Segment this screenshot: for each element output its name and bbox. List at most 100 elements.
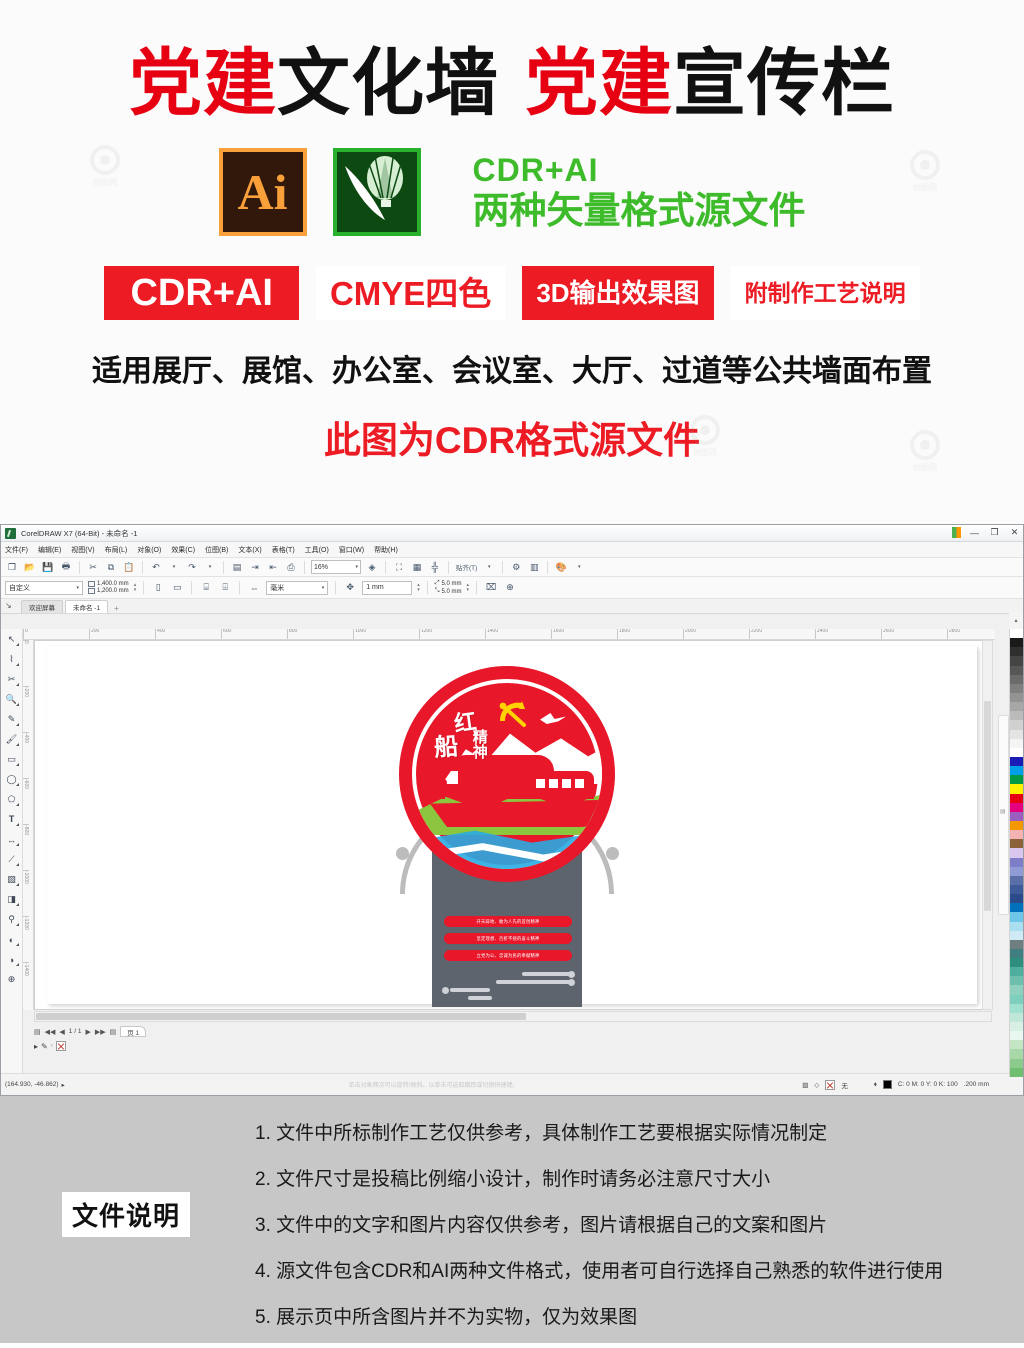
no-color-icon[interactable] [55,1041,66,1051]
add-page-icon[interactable]: ⊕ [503,581,517,595]
menu-file[interactable]: 文件(F) [5,545,28,555]
page-preset-combo[interactable]: 自定义 ▾ [5,580,83,595]
page-size-spinner[interactable]: ▴ ▾ [134,582,137,593]
menu-bitmaps[interactable]: 位图(B) [205,545,228,555]
color-palette[interactable] [1009,629,1023,1077]
palette-swatch[interactable] [1010,958,1023,968]
add-page-button[interactable]: ▤ [110,1028,117,1036]
palette-swatch[interactable] [1010,793,1023,803]
save-icon[interactable]: 💾 [41,560,55,574]
new-document-icon[interactable]: ❐ [5,560,19,574]
palette-swatch[interactable] [1010,857,1023,867]
undo-icon[interactable]: ↶ [149,560,163,574]
document-palette-icon[interactable]: 🎨 [554,560,568,574]
drop-shadow-tool[interactable]: ▧ [3,872,20,887]
zoom-tool[interactable]: 🔍 [3,692,20,707]
palette-swatch[interactable] [1010,629,1023,639]
edit-preferences-icon[interactable]: ⌧ [484,581,498,595]
previous-page-button[interactable]: ◀ [59,1028,64,1036]
restore-button[interactable]: ❐ [988,526,1001,539]
snap-to-button[interactable]: 贴齐(T) [455,560,478,574]
doctab-untitled-1[interactable]: 未命名 -1 [65,600,109,613]
fill-bucket-icon[interactable]: ◇ [814,1081,819,1089]
fill-type-icon[interactable]: ⬧ [874,1081,877,1089]
palette-swatch[interactable] [1010,638,1023,648]
print-icon[interactable]: 🖶 [59,560,73,574]
new-document-tab-button[interactable]: + [110,604,123,613]
palette-swatch[interactable] [1010,1003,1023,1013]
palette-swatch[interactable] [1010,894,1023,904]
page-sheet[interactable]: 红 船 精神 开天辟地、敢为人先的首创精神 坚定理想、百折不挠的奋斗精神 立党为… [47,646,977,1007]
palette-swatch[interactable] [1010,720,1023,730]
vertical-ruler[interactable]: 0 -200 -400 -600 -800 -1000 -1200 -1400 [23,640,34,1010]
palette-swatch[interactable] [1010,1031,1023,1041]
shape-tool[interactable]: ⌇ [3,652,20,667]
freehand-tool[interactable]: ✎ [3,712,20,727]
nudge-distance-field[interactable]: 1 mm [362,580,413,595]
artistic-media-tool[interactable]: 🖌 [3,732,20,747]
palette-swatch[interactable] [1010,912,1023,922]
menu-view[interactable]: 视图(V) [71,545,94,555]
palette-swatch[interactable] [1010,1012,1023,1023]
palette-swatch[interactable] [1010,811,1023,821]
palette-swatch[interactable] [1010,683,1023,693]
redo-icon[interactable]: ↷ [185,560,199,574]
duplicate-spinner[interactable]: ▴ ▾ [467,582,470,593]
landscape-orientation-icon[interactable]: ▭ [170,581,184,595]
current-page-icon[interactable]: ⌹ [218,581,232,595]
fill-color-swatch[interactable] [882,1080,892,1089]
application-launcher-icon[interactable]: ◈ [365,560,379,574]
all-pages-icon[interactable]: ⌸ [199,581,213,595]
zoom-level-combo[interactable]: 16% ▾ [311,560,361,574]
palette-swatch[interactable] [1010,1022,1023,1032]
palette-swatch[interactable] [1010,674,1023,684]
no-outline-icon[interactable] [825,1079,836,1090]
next-page-button[interactable]: ▶ [85,1028,90,1036]
doctab-welcome-screen[interactable]: 欢迎屏幕 [21,600,63,613]
palette-swatch[interactable] [1010,1049,1023,1059]
palette-swatch[interactable] [1010,839,1023,849]
options-icon[interactable]: ⚙ [509,560,523,574]
menu-text[interactable]: 文本(X) [238,545,261,555]
menu-layout[interactable]: 布局(L) [105,545,128,555]
menu-tools[interactable]: 工具(O) [305,545,329,555]
rectangle-tool[interactable]: ▭ [3,752,20,767]
palette-swatch[interactable] [1010,848,1023,858]
close-button[interactable]: ✕ [1008,526,1021,539]
minimize-button[interactable]: — [968,526,981,539]
palette-swatch[interactable] [1010,802,1023,812]
transparency-tool[interactable]: ◨ [3,892,20,907]
cut-icon[interactable]: ✂ [86,560,100,574]
drawing-canvas[interactable]: 红 船 精神 开天辟地、敢为人先的首创精神 坚定理想、百折不挠的奋斗精神 立党为… [34,640,992,1010]
nudge-spinner[interactable]: ▴ ▾ [417,582,420,593]
tab-overflow-icon[interactable]: ↘ [5,601,17,613]
first-page-button[interactable]: ◀◀ [45,1028,56,1036]
export-icon[interactable]: ⇤ [266,560,280,574]
open-document-icon[interactable]: 📂 [23,560,37,574]
palette-swatch[interactable] [1010,711,1023,721]
palette-swatch[interactable] [1010,647,1023,657]
menu-effects[interactable]: 效果(C) [171,545,195,555]
straight-line-connector-tool[interactable]: ⟋ [3,852,20,867]
text-tool[interactable]: 𝐓 [3,812,20,827]
palette-scroll-up-button[interactable]: ▴ [1009,611,1023,629]
menu-window[interactable]: 窗口(W) [339,545,364,555]
pick-tool[interactable]: ↖ [3,632,20,647]
polygon-tool[interactable]: ⬠ [3,792,20,807]
palette-swatch[interactable] [1010,738,1023,748]
show-grid-icon[interactable]: ▦ [410,560,424,574]
palette-swatch[interactable] [1010,930,1023,940]
search-content-icon[interactable]: ▤ [230,560,244,574]
palette-swatch[interactable] [1010,875,1023,885]
color-styles-icon[interactable]: ▥ [527,560,541,574]
publish-pdf-icon[interactable]: ⎙ [284,560,298,574]
full-screen-preview-icon[interactable]: ⛶ [392,560,406,574]
horizontal-ruler[interactable]: 0 200 400 600 800 1000 1200 1400 1600 18… [23,629,995,640]
color-eyedropper-tool[interactable]: ⚲ [3,912,20,927]
paste-icon[interactable]: 📋 [122,560,136,574]
docker-panel[interactable] [998,715,1009,915]
smart-fill-tool[interactable]: ◑ [3,952,20,967]
portrait-orientation-icon[interactable]: ▯ [151,581,165,595]
palette-swatch[interactable] [1010,830,1023,840]
artwork-red-boat-spirit[interactable]: 红 船 精神 开天辟地、敢为人先的首创精神 坚定理想、百折不挠的奋斗精神 立党为… [372,654,642,1009]
